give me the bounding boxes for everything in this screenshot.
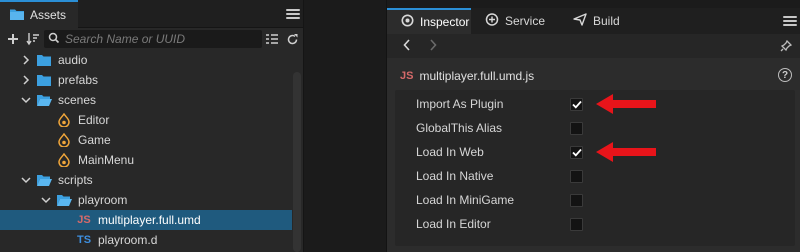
prop-label: GlobalThis Alias: [416, 121, 503, 135]
tree-item-scripts[interactable]: scripts: [0, 170, 292, 190]
tab-assets-label: Assets: [30, 8, 67, 22]
panel-gap: [305, 0, 386, 252]
search-box: [44, 30, 262, 48]
chevron-down-icon[interactable]: [20, 94, 32, 106]
sort-icon[interactable]: [24, 30, 42, 48]
prop-load-in-native: Load In Native: [395, 164, 795, 188]
tab-build-label: Build: [593, 14, 620, 28]
tab-inspector[interactable]: Inspector: [387, 8, 471, 34]
tree-item-label: playroom: [78, 193, 128, 207]
pin-icon[interactable]: [780, 39, 793, 55]
assets-menu-icon[interactable]: [286, 9, 300, 19]
tree-item-label: scenes: [58, 93, 97, 107]
tab-build[interactable]: Build: [559, 8, 635, 34]
refresh-icon[interactable]: [283, 30, 301, 48]
tree-item-mainmenu[interactable]: MainMenu: [0, 150, 292, 170]
folder-icon: [10, 8, 24, 23]
folder-open-icon: [36, 173, 52, 187]
checkbox-import-as-plugin[interactable]: [570, 97, 583, 111]
file-name: multiplayer.full.umd.js: [419, 69, 535, 83]
tree-item-game[interactable]: Game: [0, 130, 292, 150]
inspector-tabbar: Inspector Service Build: [387, 0, 800, 34]
checkbox-load-in-editor[interactable]: [570, 217, 583, 231]
chevron-right-icon[interactable]: [20, 74, 32, 86]
prop-label: Import As Plugin: [416, 97, 504, 111]
search-input[interactable]: [65, 32, 245, 46]
tree-item-label: multiplayer.full.umd: [98, 213, 201, 227]
folder-open-icon: [56, 193, 72, 207]
folder-icon: [36, 53, 52, 67]
inspector-menu-icon[interactable]: [783, 16, 797, 26]
chevron-right-icon[interactable]: [20, 54, 32, 66]
tree-item-editor[interactable]: Editor: [0, 110, 292, 130]
tree-item-label: playroom.d: [98, 233, 158, 247]
js-file-icon: JS: [77, 214, 91, 226]
scene-icon: [56, 113, 72, 127]
ts-file-icon: TS: [76, 234, 92, 246]
tab-assets[interactable]: Assets: [0, 0, 78, 28]
checkbox-load-in-minigame[interactable]: [570, 193, 583, 207]
asset-tree: audio prefabs scenes Editor Game MainMen…: [0, 50, 292, 250]
prop-label: Load In MiniGame: [416, 193, 515, 207]
chevron-down-icon[interactable]: [40, 194, 52, 206]
tab-inspector-label: Inspector: [420, 15, 470, 29]
forward-icon[interactable]: [429, 38, 437, 54]
back-icon[interactable]: [403, 38, 411, 54]
file-header: JS multiplayer.full.umd.js ?: [387, 66, 800, 86]
prop-label: Load In Native: [416, 169, 494, 183]
tree-item-label: Editor: [78, 113, 110, 127]
red-arrow-annotation: [596, 142, 656, 162]
tab-service[interactable]: Service: [471, 8, 559, 34]
cloud-icon: [485, 13, 499, 29]
tree-item-playroom-d[interactable]: TS playroom.d: [0, 230, 292, 250]
help-icon[interactable]: ?: [778, 68, 792, 82]
tab-service-label: Service: [505, 14, 546, 28]
tree-item-label: prefabs: [58, 73, 99, 87]
folder-open-icon: [36, 93, 52, 107]
tree-item-multiplayer[interactable]: JS multiplayer.full.umd: [0, 210, 292, 230]
checkbox-load-in-native[interactable]: [570, 169, 583, 183]
folder-icon: [36, 73, 52, 87]
assets-scrollbar[interactable]: [293, 72, 301, 252]
scene-icon: [56, 153, 72, 167]
js-file-icon: JS: [400, 70, 414, 82]
tree-item-scenes[interactable]: scenes: [0, 90, 292, 110]
tree-item-label: MainMenu: [78, 153, 135, 167]
prop-label: Load In Editor: [416, 217, 491, 231]
prop-load-in-editor: Load In Editor: [395, 212, 795, 236]
assets-panel: Assets audio: [0, 0, 304, 252]
gear-icon: [401, 14, 414, 30]
add-icon[interactable]: [4, 30, 22, 48]
checkbox-load-in-web[interactable]: [570, 145, 583, 159]
prop-load-in-web: Load In Web: [395, 140, 795, 164]
assets-tabbar: Assets: [0, 0, 303, 28]
tree-item-prefabs[interactable]: prefabs: [0, 70, 292, 90]
tree-item-label: scripts: [58, 173, 93, 187]
checkbox-globalthis-alias[interactable]: [570, 121, 583, 135]
scene-icon: [56, 133, 72, 147]
prop-label: Load In Web: [416, 145, 484, 159]
tree-item-label: audio: [58, 53, 88, 67]
tree-item-label: Game: [78, 133, 111, 147]
prop-load-in-minigame: Load In MiniGame: [395, 188, 795, 212]
search-icon: [48, 32, 60, 47]
send-icon: [573, 13, 587, 29]
inspector-navbar: [387, 34, 800, 58]
properties-section: Import As Plugin GlobalThis Alias Load I…: [395, 90, 795, 246]
red-arrow-annotation: [596, 94, 656, 114]
collapse-all-icon[interactable]: [263, 30, 281, 48]
chevron-down-icon[interactable]: [20, 174, 32, 186]
assets-toolbar: [0, 28, 303, 50]
tree-item-audio[interactable]: audio: [0, 50, 292, 70]
prop-import-as-plugin: Import As Plugin: [395, 92, 795, 116]
inspector-panel: Inspector Service Build JS multiplayer.f…: [386, 0, 800, 252]
tree-item-playroom[interactable]: playroom: [0, 190, 292, 210]
prop-globalthis-alias: GlobalThis Alias: [395, 116, 795, 140]
